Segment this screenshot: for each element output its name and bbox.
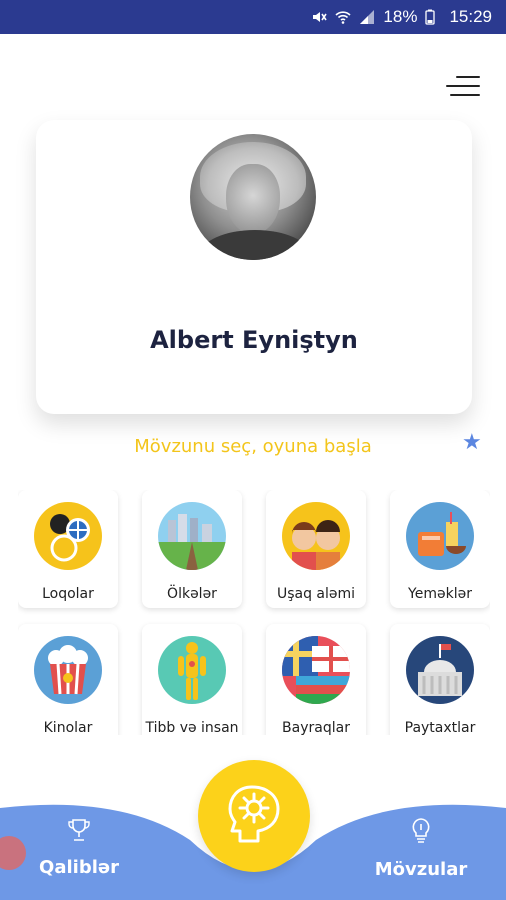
nav-winners[interactable]: Qaliblər [24, 818, 134, 878]
countries-icon [158, 502, 226, 570]
category-label: Bayraqlar [282, 720, 350, 735]
category-tile-food[interactable]: Yeməklər [390, 490, 490, 608]
category-tile-countries[interactable]: Ölkələr [142, 490, 242, 608]
category-label: Paytaxtlar [404, 720, 476, 735]
category-label: Kinolar [43, 720, 93, 735]
category-tile-flags[interactable]: Bayraqlar [266, 624, 366, 735]
category-label: Uşaq aləmi [276, 586, 356, 602]
capitals-icon [406, 636, 474, 704]
category-tile-capitals[interactable]: Paytaxtlar [390, 624, 490, 735]
nav-topics[interactable]: Mövzular [366, 818, 476, 880]
lightbulb-icon [366, 818, 476, 849]
movies-icon [34, 636, 102, 704]
profile-card: Albert Eyniştyn [36, 120, 472, 414]
menu-line [450, 94, 480, 96]
status-bar: 18% 15:29 [0, 0, 506, 34]
logos-icon [34, 502, 102, 570]
category-label: Ölkələr [167, 586, 217, 602]
category-label: Yeməklər [408, 586, 472, 602]
signal-icon [359, 9, 375, 25]
trophy-icon [24, 818, 134, 847]
wifi-icon [335, 9, 351, 25]
battery-percent: 18% [383, 7, 418, 26]
medicine-icon [158, 636, 226, 704]
nav-winners-label: Qaliblər [39, 857, 119, 878]
menu-icon[interactable] [444, 74, 480, 100]
nav-topics-label: Mövzular [374, 859, 468, 880]
star-icon[interactable]: ★ [462, 430, 482, 455]
category-tile-logos[interactable]: Loqolar [18, 490, 118, 608]
menu-line [446, 85, 480, 87]
profile-name: Albert Eyniştyn [150, 326, 358, 354]
kids-icon [282, 502, 350, 570]
battery-icon [425, 9, 441, 25]
category-tile-kids[interactable]: Uşaq aləmi [266, 490, 366, 608]
categories-grid[interactable]: Loqolar Ölkələr Uşaq aləmi Yeməklər Kino… [18, 490, 490, 735]
category-label: Loqolar [42, 586, 94, 602]
food-icon [406, 502, 474, 570]
avatar[interactable] [190, 134, 316, 260]
mute-icon [311, 9, 328, 25]
play-button[interactable] [198, 760, 310, 872]
category-label: Tibb və insan [145, 720, 239, 735]
brain-gear-icon [222, 781, 286, 851]
menu-line [456, 76, 480, 78]
flags-icon [282, 636, 350, 704]
clock: 15:29 [449, 7, 492, 26]
category-tile-medicine[interactable]: Tibb və insan [142, 624, 242, 735]
choose-topic-prompt: Mövzunu seç, oyuna başla [134, 436, 372, 457]
category-tile-movies[interactable]: Kinolar [18, 624, 118, 735]
